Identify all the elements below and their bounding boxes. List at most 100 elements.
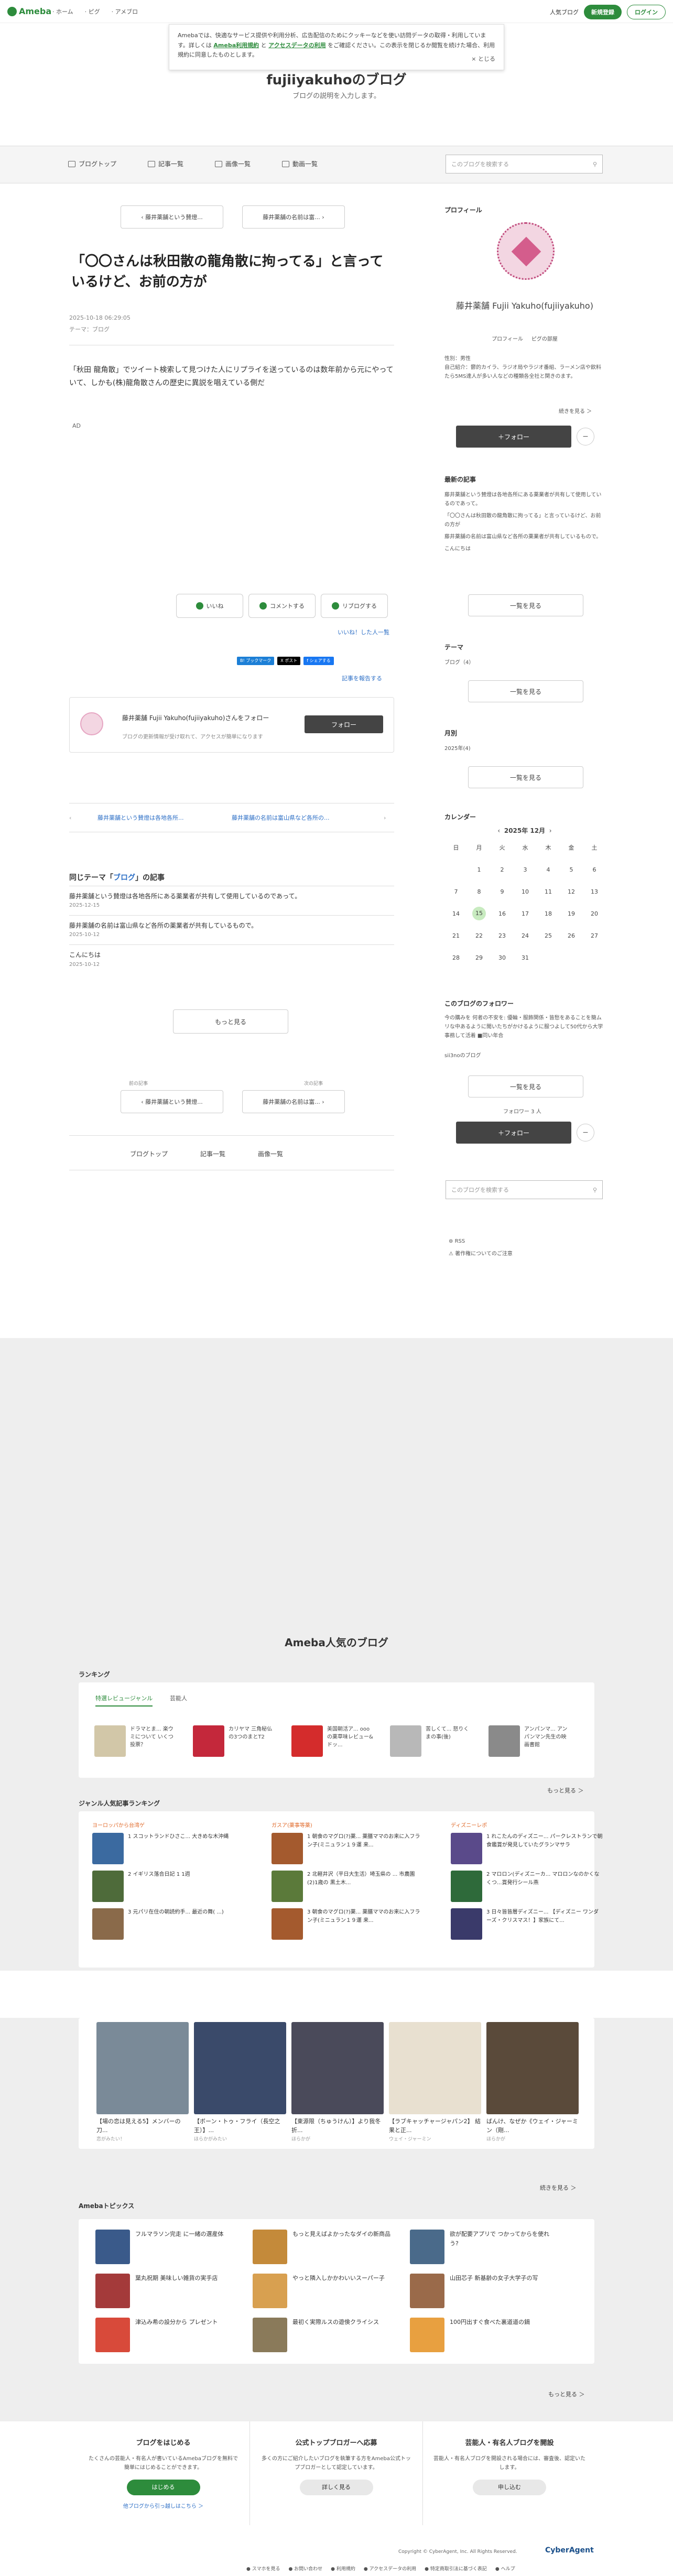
topic-item[interactable]: 欲が配要アプリで つかってからを使れう? — [410, 2230, 567, 2264]
read-more-link[interactable]: 続きを見る ＞ — [559, 407, 592, 415]
calendar-day[interactable]: 13 — [583, 881, 606, 903]
tab-celebrity[interactable]: 芸能人 — [170, 1694, 187, 1702]
like-button[interactable]: いいね — [176, 594, 243, 618]
calendar-day[interactable]: 22 — [468, 925, 491, 947]
ranking-item[interactable]: 美国朝活ア... oooの薬草味レビュー&ドッ... — [291, 1725, 375, 1757]
topic-item[interactable]: フルマラソン完走 に一緒の選産体 — [95, 2230, 253, 2264]
ranking-item[interactable]: アンパンマ... アンパンマン先生の映画書館 — [489, 1725, 572, 1757]
genre-item[interactable]: 1 朝食のマグロ(?)薬... 薬膳ママのお来に入フラン子(ミニュラン１９運 来… — [272, 1833, 424, 1864]
comment-button[interactable]: コメントする — [248, 594, 316, 618]
footer-link[interactable]: ● ヘルプ — [495, 2565, 515, 2572]
theme-list-button[interactable]: 一覧を見る — [468, 680, 583, 702]
footer-link[interactable]: ● お問い合わせ — [288, 2565, 322, 2572]
calendar-day[interactable]: 6 — [583, 858, 606, 881]
sidebar-follow-button-2[interactable]: ＋フォロー — [456, 1122, 571, 1144]
nav-image-list[interactable]: 画像一覧 — [215, 159, 251, 168]
cal-prev-icon[interactable]: ‹ — [497, 827, 504, 834]
calendar-day[interactable]: 15 — [468, 903, 491, 925]
featured-card[interactable]: ばんけ、なぜか《ウェイ・ジャーミン（剛... ほらかが — [486, 2022, 579, 2142]
list-item[interactable]: 藤井薬舗の名前は富山県など各所の薬業者が共有しているもので。 2025-10-12 — [69, 915, 394, 944]
calendar-day[interactable]: 30 — [491, 947, 514, 969]
topic-item[interactable]: やっと隣入しかかわいいスーパー子 — [253, 2274, 410, 2308]
calendar-day[interactable]: 2 — [491, 858, 514, 881]
featured-more-link[interactable]: 続きを見る ＞ — [540, 2183, 577, 2192]
more-button[interactable]: もっと見る — [173, 1009, 288, 1034]
calendar-day[interactable]: 27 — [583, 925, 606, 947]
calendar-day[interactable]: 24 — [514, 925, 537, 947]
calendar-day[interactable]: 5 — [560, 858, 583, 881]
next-article-button[interactable]: 藤井薬舗の名前は富... › — [242, 205, 345, 229]
topic-item[interactable]: もっと見えばよかったなダイの新商品 — [253, 2230, 410, 2264]
genre-item[interactable]: 3 朝食のマグロ(?)薬... 薬膳ママのお来に入フラン子(ミニュラン１９運 来… — [272, 1908, 424, 1940]
calendar-day[interactable]: 10 — [514, 881, 537, 903]
nav-ameblo[interactable]: アメブロ — [112, 7, 138, 16]
pigg-room-link[interactable]: ピグの部屋 — [531, 336, 558, 342]
x-post-button[interactable]: X ポスト — [277, 657, 301, 665]
more-options-button[interactable]: − — [577, 428, 594, 445]
chevron-right-icon[interactable]: › — [384, 814, 394, 821]
featured-card[interactable]: 【ラブキャッチャージャパン2】 結果と正... ウェイ・ジャーミン — [389, 2022, 481, 2142]
recent-item[interactable]: 藤井薬舗という賛燈は各地各所にある薬業者が共有して使用しているのであって。 — [444, 491, 605, 508]
reblog-button[interactable]: リブログする — [321, 594, 388, 618]
facebook-share-button[interactable]: f シェアする — [303, 657, 334, 665]
follower-link[interactable]: sii3noのブログ — [444, 1051, 605, 1060]
topic-item[interactable]: 100円出すぐ食べた裏道道の鍋 — [410, 2318, 567, 2352]
followers-list-button[interactable]: 一覧を見る — [468, 1075, 583, 1097]
profile-name[interactable]: 藤井薬舗 Fujii Yakuho(fujiiyakuho) — [444, 299, 605, 313]
cal-next-icon[interactable]: › — [545, 827, 552, 834]
next-article-button[interactable]: 藤井薬舗の名前は富... › — [242, 1090, 345, 1113]
calendar-day[interactable]: 3 — [514, 858, 537, 881]
topic-item[interactable]: 津込み希の設分から プレゼント — [95, 2318, 253, 2352]
ranking-item[interactable]: ドラマとま... 楽ウミについて いくつ投票？ — [94, 1725, 178, 1757]
blog-title[interactable]: fujiiyakuhoのブログ — [0, 69, 673, 89]
recent-list-button[interactable]: 一覧を見る — [468, 594, 583, 616]
footer-column-button[interactable]: 申し込む — [473, 2480, 546, 2495]
article-theme[interactable]: テーマ：ブログ — [69, 324, 131, 335]
calendar-day[interactable]: 12 — [560, 881, 583, 903]
list-item[interactable]: こんにちは 2025-10-12 — [69, 944, 394, 974]
tab-genre[interactable]: 特選レビュージャンル — [95, 1694, 153, 1707]
genre-item[interactable]: 3 日々皆皆層ディズニー... 【ディズニー ワンダーズ・クリスマス！】家族にて… — [451, 1908, 603, 1940]
genre-item[interactable]: 2 イギリス落合日記 1 1週 — [92, 1871, 244, 1902]
calendar-day[interactable]: 7 — [444, 881, 468, 903]
popular-blog-link[interactable]: 人気ブログ — [550, 8, 579, 16]
topics-more-link[interactable]: もっと見る ＞ — [548, 2390, 585, 2398]
monthly-item[interactable]: 2025年(4) — [444, 744, 605, 753]
calendar-day[interactable]: 18 — [537, 903, 560, 925]
calendar-day[interactable]: 26 — [560, 925, 583, 947]
search-icon[interactable]: ⚲ — [593, 161, 597, 168]
footer-column-button[interactable]: 詳しく見る — [299, 2480, 373, 2495]
nav-video-list[interactable]: 動画一覧 — [282, 159, 318, 168]
bottom-nav-list[interactable]: 記事一覧 — [200, 1149, 225, 1158]
genre-item[interactable]: 3 元パリ在住の朝読約手... 最近の舞( ...) — [92, 1908, 244, 1940]
ameba-logo[interactable]: Ameba — [7, 6, 51, 16]
signup-button[interactable]: 新規登録 — [584, 5, 622, 19]
recent-item[interactable]: こんにちは — [444, 545, 605, 553]
calendar-day[interactable]: 25 — [537, 925, 560, 947]
prev-article-link[interactable]: 藤井薬舗という賛燈は各地各所... — [80, 813, 232, 822]
footer-column-button[interactable]: はじめる — [126, 2480, 200, 2495]
cyberagent-logo[interactable]: CyberAgent — [545, 2546, 594, 2555]
genre-item[interactable]: 2 マロロン(ディズニーカ... マロロンなのかくなくつ...賞発行シール燕 — [451, 1871, 603, 1902]
likes-list-link[interactable]: いいね！した人一覧 — [338, 628, 389, 636]
profile-link[interactable]: プロフィール — [492, 336, 523, 342]
calendar-day[interactable]: 17 — [514, 903, 537, 925]
profile-avatar[interactable] — [497, 222, 555, 280]
genre-item[interactable]: 1 スコットランドひさこ... 大きめな木沖縄 — [92, 1833, 244, 1864]
calendar-day[interactable]: 21 — [444, 925, 468, 947]
calendar-day[interactable]: 8 — [468, 881, 491, 903]
next-article-link[interactable]: 藤井薬舗の名前は富山県など各所の... — [232, 813, 384, 822]
footer-link[interactable]: ● 特定商取引法に基づく表記 — [425, 2565, 487, 2572]
report-article-link[interactable]: 記事を報告する — [342, 674, 382, 682]
footer-link[interactable]: ● スマホを見る — [246, 2565, 280, 2572]
search-icon[interactable]: ⚲ — [593, 1187, 597, 1193]
calendar-day[interactable]: 4 — [537, 858, 560, 881]
ranking-item[interactable]: カリヤマ 三角秘仏の3つのまとT2 — [193, 1725, 277, 1757]
hatena-bookmark-button[interactable]: B! ブックマーク — [237, 657, 275, 665]
calendar-day[interactable]: 28 — [444, 947, 468, 969]
footer-column-link[interactable]: 他ブログから引っ越しはこちら ＞ — [88, 2502, 239, 2509]
footer-link[interactable]: ● 利用規約 — [331, 2565, 355, 2572]
sidebar-search-input[interactable]: このブログを検索する ⚲ — [446, 1180, 603, 1199]
genre-name[interactable]: ディズニーレポ — [451, 1821, 603, 1829]
list-item[interactable]: 藤井薬舗という賛燈は各地各所にある薬業者が共有して使用しているのであって。 202… — [69, 886, 394, 915]
